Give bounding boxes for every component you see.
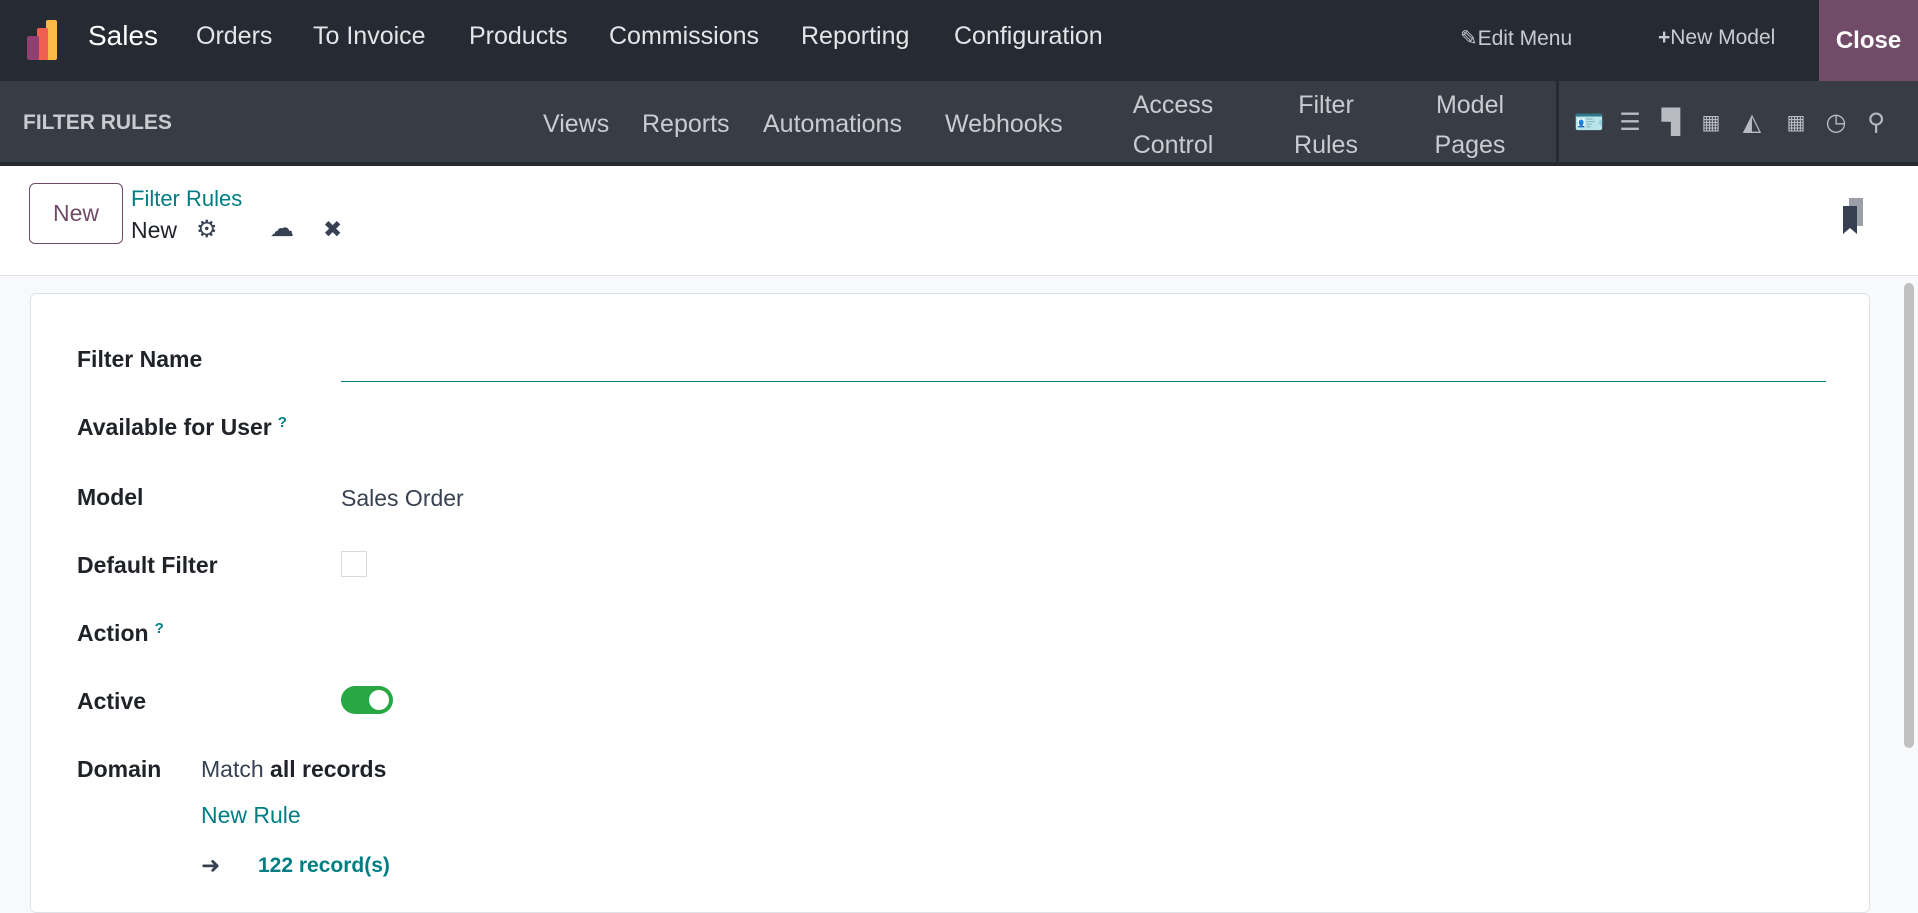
- active-toggle[interactable]: [341, 686, 393, 714]
- close-icon[interactable]: ✖: [323, 216, 342, 243]
- domain-match-text: Match all records: [201, 756, 387, 782]
- pivot-icon[interactable]: ▦: [1782, 109, 1810, 137]
- menu-products[interactable]: Products: [469, 22, 568, 51]
- tab-filter-rules[interactable]: Filter Rules: [1266, 85, 1386, 165]
- tab-reports[interactable]: Reports: [642, 110, 730, 139]
- record-count-link[interactable]: 122 record(s): [258, 854, 390, 878]
- cloud-upload-icon[interactable]: ☁: [270, 214, 294, 243]
- label-domain: Domain: [77, 756, 162, 782]
- help-tooltip-icon[interactable]: ?: [278, 414, 287, 431]
- search-icon[interactable]: ⚲: [1862, 109, 1890, 137]
- help-tooltip-icon[interactable]: ?: [155, 620, 164, 637]
- toggle-knob: [369, 690, 389, 710]
- app-name[interactable]: Sales: [88, 20, 158, 52]
- breadcrumb-current: New: [131, 217, 178, 243]
- sales-app-logo[interactable]: [27, 20, 57, 60]
- breadcrumb-filter-rules[interactable]: Filter Rules: [131, 186, 242, 212]
- scrollbar[interactable]: [1904, 283, 1914, 748]
- tab-webhooks[interactable]: Webhooks: [945, 110, 1063, 139]
- list-icon[interactable]: ☰: [1616, 109, 1644, 137]
- tab-model-pages[interactable]: Model Pages: [1410, 85, 1530, 165]
- tab-access-control[interactable]: Access Control: [1113, 85, 1233, 165]
- label-filter-name: Filter Name: [77, 346, 203, 372]
- menu-reporting[interactable]: Reporting: [801, 22, 909, 51]
- studio-section-title: FILTER RULES: [23, 111, 172, 134]
- new-button[interactable]: New: [29, 183, 123, 244]
- arrow-right-icon: ➜: [201, 852, 221, 878]
- plus-icon: +: [1658, 26, 1671, 49]
- form-sheet: Filter Name Available for User? Model Sa…: [30, 293, 1870, 913]
- new-rule-link[interactable]: New Rule: [201, 802, 301, 829]
- activity-clock-icon[interactable]: ◷: [1822, 109, 1850, 137]
- label-action: Action?: [77, 620, 164, 646]
- filter-name-input[interactable]: [341, 344, 1826, 382]
- bookmark-icon[interactable]: [1841, 198, 1867, 234]
- calendar-icon[interactable]: ▦: [1697, 109, 1725, 137]
- tab-views[interactable]: Views: [543, 110, 609, 139]
- studio-sub-bar: FILTER RULES Views Reports Automations W…: [0, 81, 1918, 166]
- default-filter-checkbox[interactable]: [341, 551, 367, 577]
- kanban-icon[interactable]: ▜: [1657, 109, 1685, 137]
- label-available-for-user: Available for User?: [77, 414, 287, 440]
- kanban-card-icon[interactable]: 🪪: [1574, 109, 1604, 137]
- menu-orders[interactable]: Orders: [196, 22, 272, 51]
- graph-icon[interactable]: ◭: [1738, 109, 1766, 137]
- menu-commissions[interactable]: Commissions: [609, 22, 759, 51]
- menu-to-invoice[interactable]: To Invoice: [313, 22, 426, 51]
- edit-menu-button[interactable]: ✎Edit Menu: [1460, 26, 1572, 51]
- gear-icon[interactable]: ⚙: [196, 215, 218, 244]
- label-default-filter: Default Filter: [77, 552, 218, 578]
- label-model: Model: [77, 484, 144, 510]
- pencil-icon: ✎: [1460, 27, 1478, 50]
- new-model-button[interactable]: +New Model: [1658, 26, 1775, 50]
- model-value: Sales Order: [341, 485, 464, 511]
- close-studio-button[interactable]: Close: [1819, 0, 1918, 81]
- divider: [1556, 81, 1559, 162]
- menu-configuration[interactable]: Configuration: [954, 22, 1103, 51]
- label-active: Active: [77, 688, 147, 714]
- control-panel: New Filter Rules New ⚙ ☁ ✖: [0, 166, 1918, 276]
- top-navbar: Sales Orders To Invoice Products Commiss…: [0, 0, 1918, 81]
- tab-automations[interactable]: Automations: [763, 110, 902, 139]
